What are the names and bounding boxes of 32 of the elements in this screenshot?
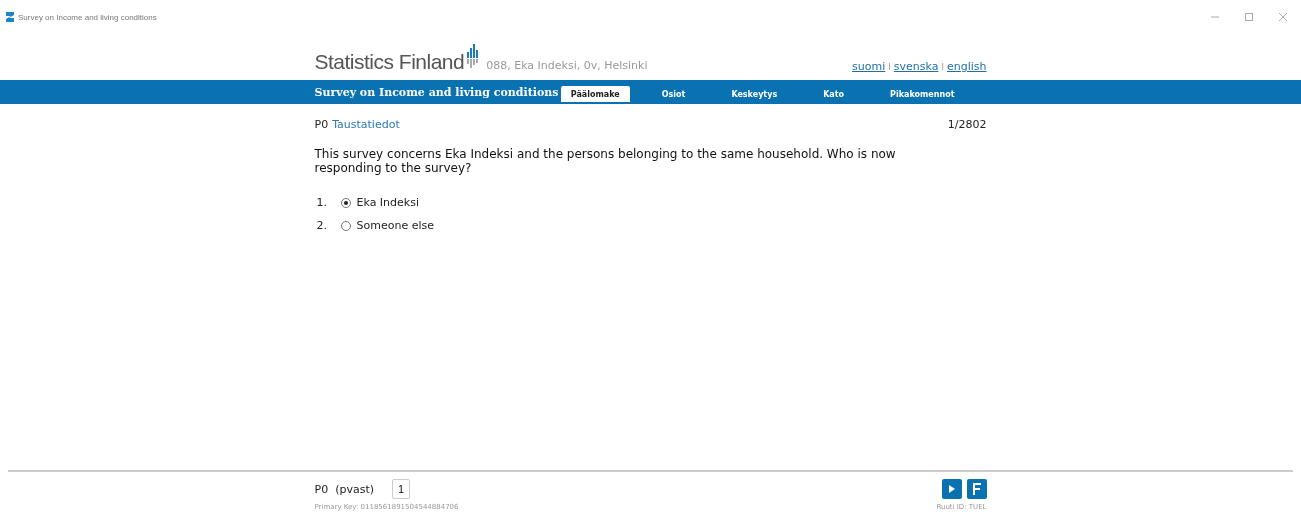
flag-button[interactable]	[966, 479, 987, 499]
flag-letter-icon	[971, 483, 982, 495]
variable-name: P0 (pvast)	[314, 482, 374, 496]
respondent-info: 088, Eka Indeksi, 0v, Helsinki	[486, 59, 648, 72]
nav-tab[interactable]: Keskeytys	[721, 86, 788, 102]
separator-text: l	[888, 61, 891, 72]
question-code: P0	[314, 118, 329, 131]
bar-chart-logo-icon	[466, 44, 481, 70]
survey-title: Survey on Income and living conditions	[314, 85, 560, 99]
option-label[interactable]: Eka Indeksi	[356, 196, 419, 209]
maximize-icon[interactable]	[1245, 13, 1253, 21]
language-link[interactable]: suomi	[852, 60, 886, 73]
separator-text: l	[941, 61, 944, 72]
language-link[interactable]: english	[946, 60, 987, 73]
question-text: This survey concerns Eka Indeksi and the persons belonging to the same household. Who is now responding to the survey?	[314, 147, 897, 175]
app-icon	[6, 12, 14, 22]
nav-tab[interactable]: Kato	[813, 86, 855, 102]
answer-field[interactable]: 1	[392, 479, 410, 499]
language-link[interactable]: svenska	[893, 60, 939, 73]
close-icon[interactable]	[1279, 13, 1287, 21]
section-title: Taustatiedot	[332, 118, 400, 131]
nav-tab[interactable]: Pikakomennot	[880, 86, 965, 102]
window-title: Survey on Income and living conditions	[18, 12, 157, 22]
play-icon	[948, 485, 955, 493]
nav-tab[interactable]: Päälomake	[560, 86, 630, 102]
option-label[interactable]: Someone else	[356, 219, 434, 232]
option-number: 2.	[315, 219, 328, 232]
option-number: 1.	[315, 196, 328, 209]
question-counter: 1/2802	[947, 118, 987, 131]
next-button[interactable]	[941, 479, 962, 499]
nav-tab[interactable]: Osiot	[651, 86, 696, 102]
logo-text: Statistics Finland	[314, 50, 465, 74]
